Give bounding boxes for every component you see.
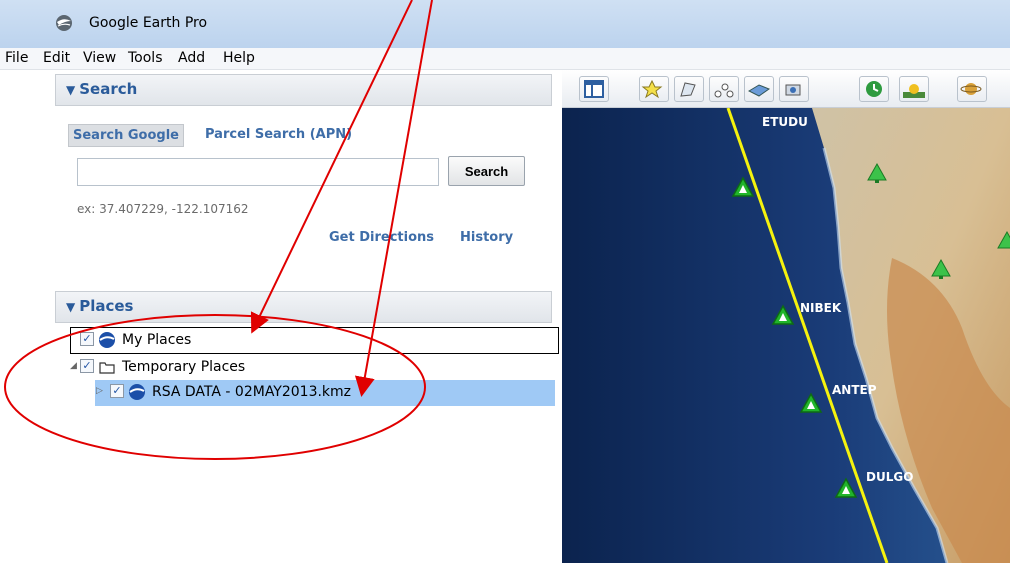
annotation-arrow [354, 0, 433, 397]
annotation-arrow [250, 0, 413, 334]
annotation-overlay [4, 0, 433, 460]
annotation-circle [4, 314, 426, 460]
